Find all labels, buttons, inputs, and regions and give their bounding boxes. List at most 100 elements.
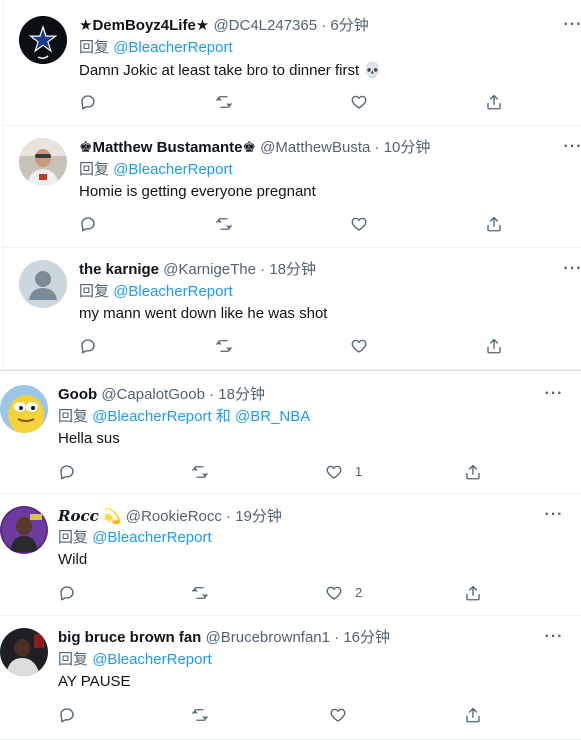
- retweet-icon[interactable]: [215, 215, 233, 233]
- share-icon[interactable]: [485, 215, 503, 233]
- reply-context: 回复 @BleacherReport: [58, 528, 212, 548]
- share-icon[interactable]: [485, 93, 503, 111]
- more-icon[interactable]: ···: [563, 139, 581, 162]
- heart-icon[interactable]: [350, 93, 368, 111]
- reply-feed: ★DemBoyz4Life★ @DC4L247365 · 6分钟 ··· 回复 …: [0, 0, 581, 740]
- tweet-header: ♚Matthew Bustamante♚ @MatthewBusta · 10分…: [79, 138, 430, 158]
- mention-link[interactable]: @BleacherReport: [92, 408, 211, 425]
- display-name[interactable]: ♚Matthew Bustamante♚: [79, 139, 256, 156]
- timestamp[interactable]: · 16分钟: [334, 629, 390, 646]
- share-icon[interactable]: [464, 584, 482, 602]
- tweet[interactable]: Goob @CapalotGoob · 18分钟 ··· 回复 @Bleache…: [0, 370, 581, 494]
- handle[interactable]: @CapalotGoob: [101, 386, 205, 403]
- reply-prefix: 回复: [58, 651, 89, 668]
- display-name[interactable]: Rocc: [58, 507, 99, 525]
- reply-prefix: 回复: [79, 161, 110, 178]
- heart-icon[interactable]: [350, 337, 368, 355]
- mention-link[interactable]: @BleacherReport: [113, 39, 232, 56]
- timestamp[interactable]: · 10分钟: [375, 139, 431, 156]
- reply-prefix: 回复: [79, 39, 110, 56]
- avatar[interactable]: [0, 628, 48, 676]
- tweet-text: Wild: [58, 551, 88, 568]
- tweet[interactable]: Rocc 💫 @RookieRocc · 19分钟 ··· 回复 @Bleach…: [0, 494, 581, 616]
- skull-emoji: 💀: [363, 61, 382, 79]
- share-icon[interactable]: [464, 706, 482, 724]
- reply-conjunction: 和: [215, 408, 231, 425]
- tweet-header: ★DemBoyz4Life★ @DC4L247365 · 6分钟: [79, 16, 369, 36]
- tweet[interactable]: ★DemBoyz4Life★ @DC4L247365 · 6分钟 ··· 回复 …: [2, 0, 581, 126]
- reply-prefix: 回复: [58, 529, 89, 546]
- sparkle-emoji: 💫: [102, 507, 122, 525]
- tweet-text: Damn Jokic at least take bro to dinner f…: [79, 60, 382, 81]
- reply-icon[interactable]: [58, 706, 76, 724]
- reply-icon[interactable]: [79, 215, 97, 233]
- handle[interactable]: @MatthewBusta: [260, 139, 370, 156]
- reply-context: 回复 @BleacherReport: [79, 38, 233, 58]
- mention-link[interactable]: @BR_NBA: [235, 408, 310, 425]
- avatar[interactable]: [19, 16, 67, 64]
- mention-link[interactable]: @BleacherReport: [92, 529, 211, 546]
- heart-icon[interactable]: [325, 584, 343, 602]
- handle[interactable]: @Brucebrownfan1: [206, 629, 330, 646]
- tweet[interactable]: the karnige @KarnigeThe · 18分钟 ··· 回复 @B…: [2, 248, 581, 370]
- avatar-cartoon: [0, 385, 48, 433]
- retweet-icon[interactable]: [215, 337, 233, 355]
- reply-icon[interactable]: [58, 463, 76, 481]
- display-name[interactable]: big bruce brown fan: [58, 629, 201, 646]
- share-icon[interactable]: [464, 463, 482, 481]
- retweet-icon[interactable]: [191, 584, 209, 602]
- tweet-text: Homie is getting everyone pregnant: [79, 183, 316, 200]
- heart-icon[interactable]: [329, 706, 347, 724]
- avatar-photo: [0, 506, 48, 554]
- mention-link[interactable]: @BleacherReport: [113, 161, 232, 178]
- avatar[interactable]: [0, 506, 48, 554]
- retweet-icon[interactable]: [191, 706, 209, 724]
- more-icon[interactable]: ···: [544, 386, 564, 409]
- handle[interactable]: @DC4L247365: [213, 17, 317, 34]
- retweet-icon[interactable]: [191, 463, 209, 481]
- reply-context: 回复 @BleacherReport: [58, 650, 212, 670]
- tweet-text: Hella sus: [58, 430, 120, 447]
- star-logo-icon: [19, 16, 67, 64]
- tweet[interactable]: big bruce brown fan @Brucebrownfan1 · 16…: [0, 616, 581, 740]
- reply-prefix: 回复: [58, 408, 89, 425]
- display-name[interactable]: Goob: [58, 386, 97, 403]
- display-name[interactable]: the karnige: [79, 261, 159, 278]
- timestamp[interactable]: · 18分钟: [209, 386, 265, 403]
- more-icon[interactable]: ···: [563, 17, 581, 40]
- timestamp[interactable]: · 18分钟: [260, 261, 316, 278]
- more-icon[interactable]: ···: [544, 507, 564, 530]
- reply-context: 回复 @BleacherReport: [79, 282, 233, 302]
- tweet-header: the karnige @KarnigeThe · 18分钟: [79, 260, 316, 280]
- avatar[interactable]: [19, 138, 67, 186]
- like-count: 2: [355, 585, 363, 600]
- heart-icon[interactable]: [325, 463, 343, 481]
- avatar-photo: [19, 138, 67, 186]
- tweet-text-content: Damn Jokic at least take bro to dinner f…: [79, 62, 360, 79]
- more-icon[interactable]: ···: [563, 261, 581, 284]
- reply-context: 回复 @BleacherReport: [79, 160, 233, 180]
- tweet-header: Rocc 💫 @RookieRocc · 19分钟: [58, 506, 282, 527]
- heart-icon[interactable]: [350, 215, 368, 233]
- reply-icon[interactable]: [58, 584, 76, 602]
- share-icon[interactable]: [485, 337, 503, 355]
- timestamp[interactable]: · 19分钟: [226, 508, 282, 525]
- display-name[interactable]: ★DemBoyz4Life★: [79, 17, 209, 34]
- reply-prefix: 回复: [79, 283, 110, 300]
- avatar-photo: [0, 628, 48, 676]
- mention-link[interactable]: @BleacherReport: [113, 283, 232, 300]
- more-icon[interactable]: ···: [544, 629, 564, 652]
- avatar[interactable]: [0, 385, 48, 433]
- retweet-icon[interactable]: [215, 93, 233, 111]
- tweet-text: AY PAUSE: [58, 673, 131, 690]
- reply-icon[interactable]: [79, 337, 97, 355]
- tweet-text: my mann went down like he was shot: [79, 305, 328, 322]
- tweet[interactable]: ♚Matthew Bustamante♚ @MatthewBusta · 10分…: [2, 126, 581, 248]
- default-avatar-icon[interactable]: [19, 260, 67, 308]
- handle[interactable]: @RookieRocc: [126, 508, 222, 525]
- mention-link[interactable]: @BleacherReport: [92, 651, 211, 668]
- handle[interactable]: @KarnigeThe: [163, 261, 256, 278]
- tweet-header: big bruce brown fan @Brucebrownfan1 · 16…: [58, 628, 390, 648]
- reply-icon[interactable]: [79, 93, 97, 111]
- timestamp[interactable]: · 6分钟: [321, 17, 369, 34]
